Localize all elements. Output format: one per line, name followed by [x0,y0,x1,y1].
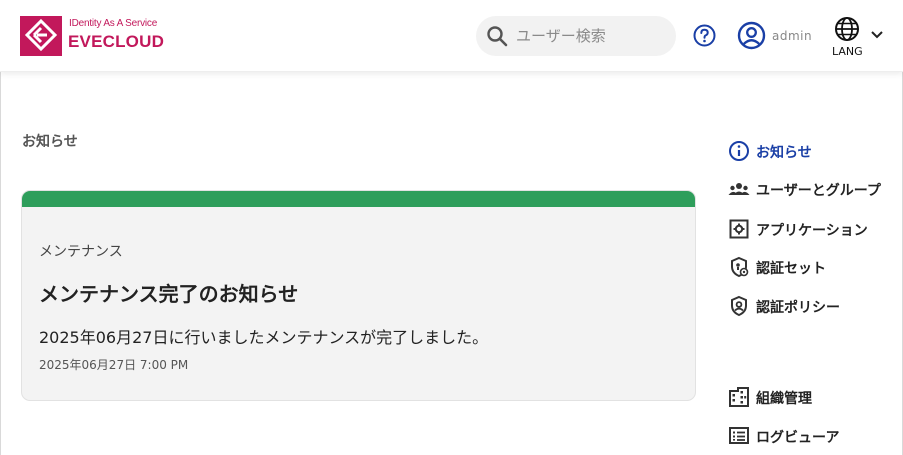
sidebar-item-label: 組織管理 [756,391,812,407]
sidebar-item-label: 認証ポリシー [756,300,840,316]
evecloud-logo-icon [20,16,62,56]
top-header: IDentity As A Service EVECLOUD admin LAN [0,0,903,72]
info-icon [729,141,749,161]
logo[interactable]: IDentity As A Service EVECLOUD [20,16,180,58]
sidebar-item-label: アプリケーション [756,223,868,239]
sidebar-item-auth-set[interactable]: 認証セット [728,255,898,279]
chevron-down-icon [871,31,883,39]
notice-card-accent-bar [22,191,695,207]
user-search-input[interactable] [516,24,666,48]
sidebar-item-label: ログビューア [756,430,840,446]
user-menu[interactable]: admin [737,21,817,51]
organization-icon [729,387,749,407]
application-icon [729,219,749,239]
sidebar-item-users-groups[interactable]: ユーザーとグループ [728,177,898,201]
sidebar-item-log-viewer[interactable]: ログビューア [728,424,898,448]
sidebar-item-label: 認証セット [756,261,826,277]
notice-title: メンテナンス完了のお知らせ [39,282,299,306]
sidebar-item-label: お知らせ [756,145,812,161]
sidebar-item-auth-policy[interactable]: 認証ポリシー [728,294,898,318]
language-selector[interactable]: LANG [830,16,890,60]
sidebar-item-organization[interactable]: 組織管理 [728,385,898,409]
notice-date: 2025年06月27日 7:00 PM [39,358,189,372]
auth-policy-icon [731,295,747,317]
page-title: お知らせ [22,134,78,150]
sidebar-item-notices[interactable]: お知らせ [728,139,898,163]
user-name: admin [772,29,813,43]
logo-name: EVECLOUD [68,32,165,51]
lang-label: LANG [832,45,863,58]
help-icon[interactable] [693,24,716,47]
globe-icon [835,17,859,41]
sidebar-item-label: ユーザーとグループ [756,183,881,199]
account-circle-icon [737,21,766,50]
logo-tagline: IDentity As A Service [69,18,158,29]
search-icon [487,26,508,47]
users-group-icon [728,183,750,195]
user-search-box [476,16,676,56]
notice-category: メンテナンス [39,244,123,260]
auth-set-icon [731,256,749,278]
notice-card[interactable]: メンテナンス メンテナンス完了のお知らせ 2025年06月27日に行いましたメン… [21,190,696,401]
sidebar-item-applications[interactable]: アプリケーション [728,217,898,241]
log-viewer-icon [729,427,749,444]
notice-body: 2025年06月27日に行いましたメンテナンスが完了しました。 [39,328,489,347]
